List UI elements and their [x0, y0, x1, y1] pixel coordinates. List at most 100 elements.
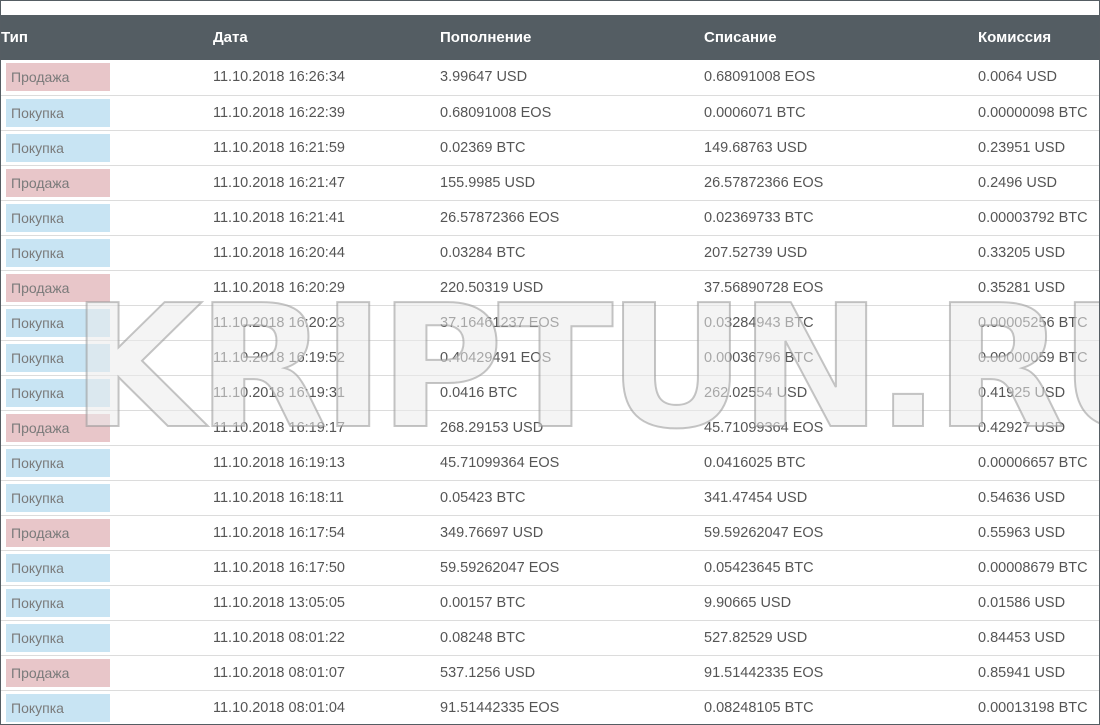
cell-withdrawal: 26.57872366 EOS: [704, 174, 824, 191]
cell-withdrawal: 0.03284943 BTC: [704, 314, 814, 331]
cell-type: Покупка: [1, 235, 213, 270]
buy-badge: Покупка: [6, 448, 110, 477]
buy-badge: Покупка: [6, 203, 110, 232]
cell-withdrawal: 45.71099364 EOS: [704, 419, 824, 436]
cell-date: 11.10.2018 08:01:04: [213, 699, 345, 716]
cell-withdrawal: 0.05423645 BTC: [704, 559, 814, 576]
cell-date: 11.10.2018 16:21:41: [213, 209, 345, 226]
cell-fee: 0.01586 USD: [978, 594, 1066, 611]
cell-date: 11.10.2018 16:26:34: [213, 69, 345, 86]
cell-fee: 0.0064 USD: [978, 69, 1057, 86]
cell-date: 11.10.2018 08:01:07: [213, 664, 345, 681]
cell-date: 11.10.2018 16:17:50: [213, 559, 345, 576]
cell-date: 11.10.2018 16:19:13: [213, 454, 345, 471]
table-row: Продажа 11.10.2018 16:21:47 155.9985 USD 26…: [1, 165, 1099, 200]
cell-deposit: 0.02369 BTC: [440, 139, 526, 156]
cell-deposit: 45.71099364 EOS: [440, 454, 560, 471]
cell-deposit: 155.9985 USD: [440, 174, 536, 191]
header-row: Тип Дата Пополнение Списание Комиссия: [1, 15, 1099, 60]
cell-deposit: 0.40429491 EOS: [440, 349, 552, 366]
table-body: Продажа 11.10.2018 16:26:34 3.99647 USD 0.6…: [1, 60, 1099, 724]
buy-badge: Покупка: [6, 133, 110, 162]
buy-badge: Покупка: [6, 553, 110, 582]
table-row: Продажа 11.10.2018 16:20:29 220.50319 USD 3…: [1, 270, 1099, 305]
buy-badge: Покупка: [6, 588, 110, 617]
sell-badge: Продажа: [6, 63, 110, 92]
cell-type: Покупка: [1, 130, 213, 165]
buy-badge: Покупка: [6, 693, 110, 722]
cell-date: 11.10.2018 16:21:59: [213, 139, 345, 156]
cell-deposit: 0.03284 BTC: [440, 244, 526, 261]
cell-deposit: 37.16461237 EOS: [440, 314, 560, 331]
cell-date: 11.10.2018 16:21:47: [213, 174, 345, 191]
cell-type: Покупка: [1, 480, 213, 515]
cell-deposit: 0.68091008 EOS: [440, 104, 552, 121]
table-row: Покупка 11.10.2018 16:21:59 0.02369 BTC 149…: [1, 130, 1099, 165]
cell-type: Покупка: [1, 95, 213, 130]
table-row: Покупка 11.10.2018 16:20:44 0.03284 BTC 207…: [1, 235, 1099, 270]
header-date[interactable]: Дата: [213, 15, 440, 60]
cell-date: 11.10.2018 16:22:39: [213, 104, 345, 121]
cell-fee: 0.2496 USD: [978, 174, 1057, 191]
sell-badge: Продажа: [6, 658, 110, 687]
table-row: Продажа 11.10.2018 16:19:17 268.29153 USD 4…: [1, 410, 1099, 445]
cell-date: 11.10.2018 08:01:22: [213, 629, 345, 646]
header-type[interactable]: Тип: [1, 15, 213, 60]
sell-badge: Продажа: [6, 273, 110, 302]
buy-badge: Покупка: [6, 343, 110, 372]
cell-type: Продажа: [1, 655, 213, 690]
cell-type: Покупка: [1, 620, 213, 655]
cell-deposit: 537.1256 USD: [440, 664, 536, 681]
cell-withdrawal: 37.56890728 EOS: [704, 279, 824, 296]
cell-fee: 0.00008679 BTC: [978, 559, 1088, 576]
cell-fee: 0.00013198 BTC: [978, 699, 1088, 716]
cell-fee: 0.00006657 BTC: [978, 454, 1088, 471]
table-row: Покупка 11.10.2018 16:19:31 0.0416 BTC 262.…: [1, 375, 1099, 410]
table-row: Покупка 11.10.2018 16:21:41 26.57872366 EO…: [1, 200, 1099, 235]
header-withdrawal[interactable]: Списание: [704, 15, 978, 60]
cell-withdrawal: 207.52739 USD: [704, 244, 808, 261]
cell-fee: 0.54636 USD: [978, 489, 1066, 506]
header-fee[interactable]: Комиссия: [978, 15, 1099, 60]
cell-withdrawal: 9.90665 USD: [704, 594, 792, 611]
cell-date: 11.10.2018 16:19:31: [213, 384, 345, 401]
cell-withdrawal: 0.0006071 BTC: [704, 104, 806, 121]
cell-type: Покупка: [1, 200, 213, 235]
cell-fee: 0.84453 USD: [978, 629, 1066, 646]
cell-deposit: 3.99647 USD: [440, 69, 528, 86]
cell-fee: 0.35281 USD: [978, 279, 1066, 296]
cell-fee: 0.23951 USD: [978, 139, 1066, 156]
cell-deposit: 268.29153 USD: [440, 419, 544, 436]
cell-withdrawal: 0.68091008 EOS: [704, 69, 816, 86]
cell-withdrawal: 91.51442335 EOS: [704, 664, 824, 681]
cell-type: Продажа: [1, 165, 213, 200]
header-deposit[interactable]: Пополнение: [440, 15, 704, 60]
buy-badge: Покупка: [6, 378, 110, 407]
table-row: Покупка 11.10.2018 13:05:05 0.00157 BTC 9.9…: [1, 585, 1099, 620]
table-row: Покупка 11.10.2018 16:17:50 59.59262047 EO…: [1, 550, 1099, 585]
table-row: Покупка 11.10.2018 16:18:11 0.05423 BTC 341…: [1, 480, 1099, 515]
sell-badge: Продажа: [6, 518, 110, 547]
table-row: Покупка 11.10.2018 16:20:23 37.16461237 EO…: [1, 305, 1099, 340]
cell-date: 11.10.2018 16:18:11: [213, 489, 344, 506]
cell-withdrawal: 262.02554 USD: [704, 384, 808, 401]
cell-deposit: 349.76697 USD: [440, 524, 544, 541]
cell-deposit: 0.0416 BTC: [440, 384, 518, 401]
table-row: Покупка 11.10.2018 08:01:04 91.51442335 EO…: [1, 690, 1099, 724]
cell-date: 11.10.2018 13:05:05: [213, 594, 345, 611]
cell-withdrawal: 149.68763 USD: [704, 139, 808, 156]
cell-deposit: 91.51442335 EOS: [440, 699, 560, 716]
cell-type: Продажа: [1, 60, 213, 95]
buy-badge: Покупка: [6, 483, 110, 512]
trade-history-panel: Тип Дата Пополнение Списание Комиссия Пр…: [0, 0, 1100, 725]
buy-badge: Покупка: [6, 98, 110, 127]
cell-type: Продажа: [1, 515, 213, 550]
cell-fee: 0.85941 USD: [978, 664, 1066, 681]
cell-deposit: 0.00157 BTC: [440, 594, 526, 611]
cell-deposit: 0.08248 BTC: [440, 629, 526, 646]
cell-date: 11.10.2018 16:17:54: [213, 524, 345, 541]
cell-withdrawal: 59.59262047 EOS: [704, 524, 824, 541]
cell-deposit: 26.57872366 EOS: [440, 209, 560, 226]
table-row: Продажа 11.10.2018 08:01:07 537.1256 USD 91…: [1, 655, 1099, 690]
cell-fee: 0.00000098 BTC: [978, 104, 1088, 121]
